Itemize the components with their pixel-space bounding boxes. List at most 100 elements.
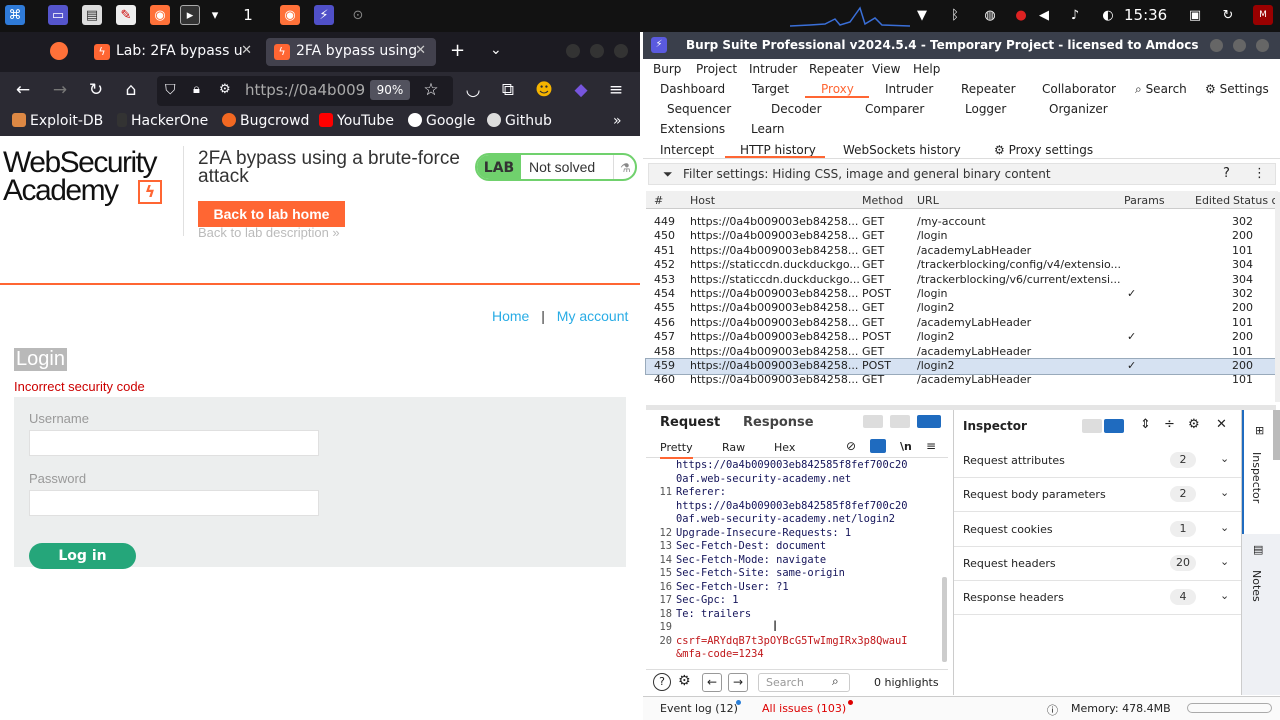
hackbar-extension-icon[interactable]: ◆ bbox=[570, 80, 592, 100]
burp-window-icon[interactable]: ⚡ bbox=[314, 5, 334, 25]
table-row[interactable]: 452 https://staticcdn.duckduckgo... GET/tr… bbox=[646, 258, 1275, 273]
rail-notes-label[interactable]: Notes bbox=[1250, 570, 1263, 602]
gear-icon[interactable]: ⚙ bbox=[1188, 417, 1200, 432]
workspace-number[interactable]: 1 bbox=[238, 5, 258, 25]
tab-http-history[interactable]: HTTP history bbox=[740, 143, 816, 157]
close-icon[interactable]: ✕ bbox=[241, 43, 252, 58]
inspector-section[interactable]: Request cookies 1 ⌄ bbox=[954, 513, 1242, 547]
table-row[interactable]: 460 https://0a4b009003eb84258... GET/acade… bbox=[646, 373, 1275, 388]
help-icon[interactable]: ? bbox=[1223, 166, 1230, 181]
bookmark-google[interactable]: Google bbox=[408, 113, 475, 129]
tab-websockets-history[interactable]: WebSockets history bbox=[843, 143, 961, 157]
bookmark-hackerone[interactable]: HackerOne bbox=[117, 113, 208, 129]
tab-collaborator[interactable]: Collaborator bbox=[1042, 82, 1116, 96]
password-input[interactable] bbox=[29, 490, 319, 516]
close-window-icon[interactable] bbox=[614, 44, 628, 58]
layout-side-by-side-icon[interactable] bbox=[863, 415, 883, 428]
maximize-icon[interactable] bbox=[1233, 39, 1246, 52]
tab-lab-active[interactable]: ϟ 2FA bypass using ✕ bbox=[266, 38, 436, 66]
nav-my-account-link[interactable]: My account bbox=[557, 308, 629, 324]
tab-sequencer[interactable]: Sequencer bbox=[667, 102, 731, 116]
tab-list-chevron-icon[interactable]: ⌄ bbox=[490, 42, 502, 58]
gear-icon[interactable]: ⚙ bbox=[678, 673, 691, 689]
firefox-view-icon[interactable] bbox=[50, 42, 68, 60]
collapse-icon[interactable]: ÷ bbox=[1164, 417, 1175, 432]
close-icon[interactable]: ✕ bbox=[415, 43, 426, 58]
permissions-icon[interactable]: ⚙ bbox=[219, 82, 231, 97]
extensions-icon[interactable]: ⧉ bbox=[497, 80, 519, 100]
layout-tabs-icon[interactable] bbox=[917, 415, 941, 428]
table-row[interactable]: 454 https://0a4b009003eb84258... POST/logi… bbox=[646, 287, 1275, 302]
inspector-section[interactable]: Request attributes 2 ⌄ bbox=[954, 444, 1242, 478]
menu-icon[interactable]: ≡ bbox=[605, 80, 627, 100]
search-icon[interactable]: ⌕ bbox=[832, 674, 839, 689]
burp-search[interactable]: ⌕ Search bbox=[1135, 82, 1187, 97]
col-params[interactable]: Params bbox=[1124, 194, 1165, 207]
menu-project[interactable]: Project bbox=[696, 62, 737, 76]
chevron-down-icon[interactable]: ⌄ bbox=[1220, 486, 1229, 499]
notes-icon[interactable]: ▤ bbox=[1253, 543, 1263, 556]
tab-hex[interactable]: Hex bbox=[774, 441, 795, 454]
notifications-icon[interactable]: ♪ bbox=[1065, 5, 1085, 25]
back-arrow-icon[interactable]: ← bbox=[12, 80, 34, 100]
shield-icon[interactable]: ⛉ bbox=[165, 82, 176, 98]
table-row[interactable]: 458 https://0a4b009003eb84258... GET/acade… bbox=[646, 345, 1275, 360]
tab-extensions[interactable]: Extensions bbox=[660, 122, 725, 136]
pocket-icon[interactable]: ◡ bbox=[462, 80, 484, 100]
bookmark-exploit-db[interactable]: Exploit-DB bbox=[12, 113, 103, 129]
col-number[interactable]: # bbox=[654, 194, 663, 207]
minimize-icon[interactable] bbox=[1210, 39, 1223, 52]
back-to-lab-description-link[interactable]: Back to lab description » bbox=[198, 225, 340, 240]
microphone-icon[interactable]: ● bbox=[1011, 5, 1031, 25]
tab-learn[interactable]: Learn bbox=[751, 122, 785, 136]
table-row[interactable]: 459 https://0a4b009003eb84258... POST/logi… bbox=[645, 358, 1276, 375]
tab-proxy[interactable]: Proxy bbox=[821, 82, 854, 96]
wrap-lines-icon[interactable] bbox=[870, 439, 886, 453]
table-row[interactable]: 457 https://0a4b009003eb84258... POST/logi… bbox=[646, 330, 1275, 345]
bookmark-github[interactable]: Github bbox=[487, 113, 552, 129]
wifi-icon[interactable]: ▼ bbox=[912, 5, 932, 25]
reload-icon[interactable]: ↻ bbox=[85, 80, 107, 100]
forward-arrow-icon[interactable]: → bbox=[49, 80, 71, 100]
close-window-icon[interactable] bbox=[1256, 39, 1269, 52]
vpn-icon[interactable]: ◍ bbox=[980, 5, 1000, 25]
tab-pretty[interactable]: Pretty bbox=[660, 441, 693, 459]
layout-stacked-icon[interactable] bbox=[890, 415, 910, 428]
menu-icon[interactable]: ≡ bbox=[926, 439, 936, 453]
bookmark-youtube[interactable]: YouTube bbox=[319, 113, 394, 129]
table-row[interactable]: 455 https://0a4b009003eb84258... GET/login… bbox=[646, 301, 1275, 316]
tab-logger[interactable]: Logger bbox=[965, 102, 1006, 116]
close-icon[interactable]: ✕ bbox=[1216, 417, 1227, 432]
hide-icon[interactable]: ⊘ bbox=[846, 439, 856, 453]
more-options-icon[interactable]: ⋮ bbox=[1253, 166, 1266, 181]
tab-dashboard[interactable]: Dashboard bbox=[660, 82, 725, 96]
inspector-section[interactable]: Response headers 4 ⌄ bbox=[954, 581, 1242, 616]
firefox-window-icon[interactable]: ◉ bbox=[280, 5, 300, 25]
power-icon[interactable]: ◐ bbox=[1098, 5, 1118, 25]
app-menu-icon[interactable]: ⌘ bbox=[5, 5, 25, 25]
firefox-icon[interactable]: ◉ bbox=[150, 5, 170, 25]
tab-intercept[interactable]: Intercept bbox=[660, 143, 714, 157]
all-issues-link[interactable]: All issues (103) bbox=[762, 702, 846, 715]
menu-help[interactable]: Help bbox=[913, 62, 940, 76]
table-row[interactable]: 450 https://0a4b009003eb84258... GET/login… bbox=[646, 229, 1275, 244]
inspector-section[interactable]: Request body parameters 2 ⌄ bbox=[954, 478, 1242, 513]
tab-organizer[interactable]: Organizer bbox=[1049, 102, 1108, 116]
table-scrollbar[interactable] bbox=[1275, 192, 1280, 402]
menu-intruder[interactable]: Intruder bbox=[749, 62, 797, 76]
tab-raw[interactable]: Raw bbox=[722, 441, 745, 454]
request-editor[interactable]: https://0a4b009003eb842585f8fef700c20 0af… bbox=[646, 459, 948, 669]
back-to-lab-home-button[interactable]: Back to lab home bbox=[198, 201, 345, 227]
col-status[interactable]: Status c bbox=[1233, 194, 1278, 207]
refresh-icon[interactable]: ↻ bbox=[1218, 5, 1238, 25]
expand-icon[interactable]: ⇕ bbox=[1140, 417, 1151, 432]
terminal-icon[interactable]: ▸ bbox=[180, 5, 200, 25]
url-text[interactable]: https://0a4b009 bbox=[245, 81, 365, 99]
table-row[interactable]: 456 https://0a4b009003eb84258... GET/acade… bbox=[646, 316, 1275, 331]
more-bookmarks-icon[interactable]: » bbox=[613, 113, 622, 129]
bluetooth-icon[interactable]: ᛒ bbox=[945, 5, 965, 25]
table-row[interactable]: 451 https://0a4b009003eb84258... GET/acade… bbox=[646, 244, 1275, 259]
editor-scrollbar[interactable] bbox=[942, 577, 947, 662]
menu-burp[interactable]: Burp bbox=[653, 62, 681, 76]
burp-settings[interactable]: ⚙ Settings bbox=[1205, 82, 1269, 96]
